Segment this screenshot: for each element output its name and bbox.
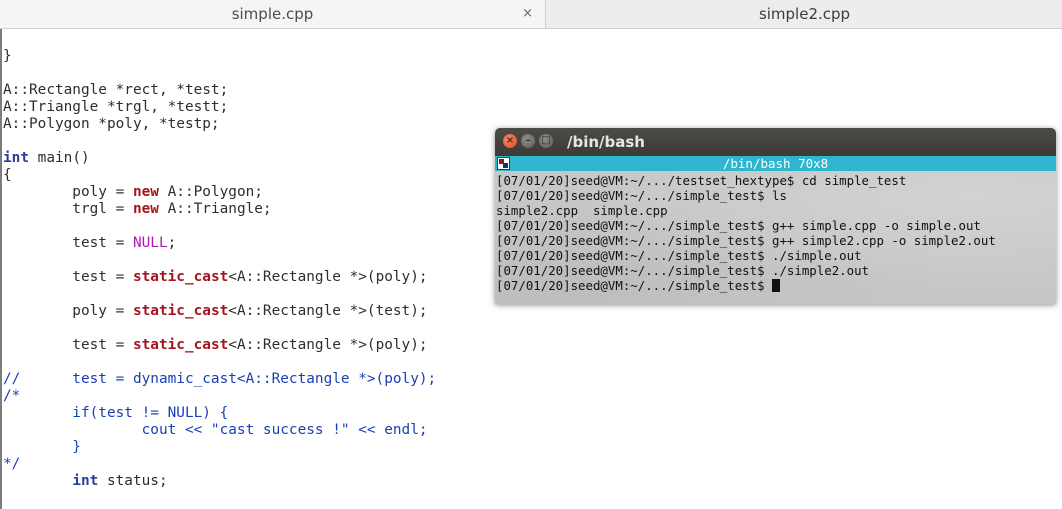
code-line: A::Triangle *trgl, *testt; [3,99,229,115]
code-line: A::Rectangle *rect, *test; [3,82,229,98]
tab-bar: simple.cpp × simple2.cpp [0,0,1062,29]
terminal-line: [07/01/20]seed@VM:~/.../simple_test$ g++… [496,233,996,248]
tab-simple-cpp[interactable]: simple.cpp × [0,0,546,28]
code-line: if(test != NULL) { [3,405,229,421]
code-line: test = static_cast<A::Rectangle *>(poly)… [3,269,428,285]
code-line: test = NULL; [3,235,177,251]
code-line: /* [3,388,21,404]
code-line: trgl = new A::Triangle; [3,201,272,217]
code-line: A::Polygon *poly, *testp; [3,116,220,132]
terminal-output[interactable]: [07/01/20]seed@VM:~/.../testset_hextype$… [496,173,996,293]
terminal-body[interactable]: [07/01/20]seed@VM:~/.../testset_hextype$… [495,171,1056,304]
terminal-status-bar: /bin/bash 70x8 [495,156,1056,171]
terminal-line: [07/01/20]seed@VM:~/.../simple_test$ ls [496,188,787,203]
tab-label: simple2.cpp [758,5,851,23]
code-line: { [3,167,12,183]
code-line: */ [3,456,21,472]
tab-simple2-cpp[interactable]: simple2.cpp [547,0,1062,28]
terminal-titlebar[interactable]: × – □ /bin/bash [495,128,1056,156]
code-line: } [3,439,81,455]
editor-gutter [0,29,2,509]
code-line: int main() [3,150,90,166]
terminal-window[interactable]: × – □ /bin/bash /bin/bash 70x8 [07/01/20… [495,128,1056,304]
maximize-window-button[interactable]: □ [539,134,553,148]
terminal-line: [07/01/20]seed@VM:~/.../testset_hextype$… [496,173,907,188]
code-line: int status; [72,473,168,489]
terminal-line: [07/01/20]seed@VM:~/.../simple_test$ ./s… [496,248,862,263]
terminal-title: /bin/bash [567,133,645,151]
terminal-line: [07/01/20]seed@VM:~/.../simple_test$ ./s… [496,263,869,278]
terminal-icon[interactable] [497,157,510,170]
terminal-prompt-line[interactable]: [07/01/20]seed@VM:~/.../simple_test$ [496,278,996,293]
terminal-prompt: [07/01/20]seed@VM:~/.../simple_test$ [496,278,773,293]
code-line: poly = new A::Polygon; [3,184,263,200]
terminal-line: [07/01/20]seed@VM:~/.../simple_test$ g++… [496,218,981,233]
code-line: test = static_cast<A::Rectangle *>(poly)… [3,337,428,353]
close-window-button[interactable]: × [503,134,517,148]
minimize-window-button[interactable]: – [521,134,535,148]
code-line: cout << "cast success !" << endl; [3,422,428,438]
tab-label: simple.cpp [231,5,314,23]
terminal-status-text: /bin/bash 70x8 [722,156,829,171]
code-line: } [3,48,12,64]
code-line: poly = static_cast<A::Rectangle *>(test)… [3,303,428,319]
code-line: // test = dynamic_cast<A::Rectangle *>(p… [3,371,437,387]
terminal-cursor [772,279,781,292]
terminal-line: simple2.cpp simple.cpp [496,203,668,218]
code-text[interactable]: }; } A::Rectangle *rect, *test;A::Triang… [3,29,436,490]
close-tab-icon[interactable]: × [522,6,533,21]
